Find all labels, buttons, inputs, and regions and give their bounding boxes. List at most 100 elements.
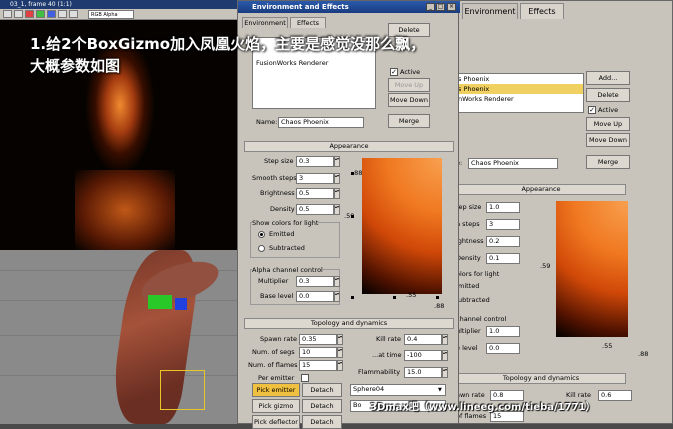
merge-button[interactable]: Merge [586, 155, 630, 169]
pick-deflector-button[interactable]: Pick deflector [252, 415, 300, 429]
spawn-rate-label: Spawn rate [260, 335, 297, 343]
topology-rollout[interactable]: Topology and dynamics [244, 318, 454, 329]
delete-button[interactable]: Delete [586, 88, 630, 102]
flammability-field[interactable]: 15.0 [404, 367, 442, 378]
3d-viewport[interactable] [0, 250, 240, 424]
detach-deflector-button[interactable]: Detach [302, 415, 342, 429]
minimize-icon[interactable]: _ [426, 3, 435, 11]
curve-point[interactable] [393, 296, 396, 299]
spawn-rate-field[interactable]: 0.35 [299, 334, 337, 345]
brightness-field[interactable]: 0.5 [296, 188, 334, 199]
move-up-button[interactable]: Move Up [586, 117, 630, 131]
detach-gizmo-button[interactable]: Detach [302, 399, 342, 413]
topology-rollout[interactable]: Topology and dynamics [456, 373, 626, 384]
density-field[interactable]: 0.1 [486, 253, 520, 264]
move-up-button[interactable]: Move Up [388, 78, 430, 92]
green-channel-icon[interactable] [36, 10, 45, 18]
name-field[interactable]: Chaos Phoenix [278, 117, 364, 128]
red-channel-icon[interactable] [25, 10, 34, 18]
appearance-rollout[interactable]: Appearance [456, 184, 626, 195]
gizmo-value: Bo [353, 401, 362, 409]
num-flames-label: Num. of flames [248, 361, 298, 369]
density-spinner[interactable]: ▴▾ [334, 204, 340, 215]
maximize-icon[interactable]: □ [436, 3, 445, 11]
tab-environment[interactable]: Environment [242, 17, 288, 28]
colors-light-label: olors for light [456, 270, 500, 278]
smooth-steps-field[interactable]: 3 [296, 173, 334, 184]
mono-icon[interactable] [69, 10, 78, 18]
curve-point[interactable] [351, 215, 354, 218]
save-icon[interactable] [3, 10, 12, 18]
tab-environment[interactable]: Environment [462, 3, 518, 19]
alpha-channel-icon[interactable] [58, 10, 67, 18]
kill-rate-spinner[interactable]: ▴▾ [442, 334, 448, 345]
smooth-steps-label: h steps [456, 220, 480, 228]
step-size-field[interactable]: 1.0 [486, 202, 520, 213]
move-down-button[interactable]: Move Down [586, 133, 630, 147]
close-icon[interactable]: × [447, 3, 456, 11]
at-time-spinner[interactable]: ▴▾ [442, 350, 448, 361]
box-gizmo[interactable] [160, 370, 205, 410]
tab-effects[interactable]: Effects [290, 17, 326, 28]
step-size-spinner[interactable]: ▴▾ [334, 156, 340, 167]
list-item[interactable]: s Phoenix [455, 84, 583, 94]
base-level-field[interactable]: 0.0 [486, 343, 520, 354]
color-curve-graph[interactable] [362, 158, 442, 294]
multiplier-field[interactable]: 1.0 [486, 326, 520, 337]
per-emitter-label: Per emitter [258, 374, 295, 382]
num-flames-spinner[interactable]: ▴▾ [337, 360, 343, 371]
base-level-spinner[interactable]: ▴▾ [334, 291, 340, 302]
brightness-label: Brightness [260, 189, 295, 197]
num-flames-field[interactable]: 15 [299, 360, 337, 371]
emitted-radio[interactable] [258, 231, 265, 238]
base-level-field[interactable]: 0.0 [296, 291, 334, 302]
num-segs-spinner[interactable]: ▴▾ [337, 347, 343, 358]
name-field[interactable]: Chaos Phoenix [468, 158, 558, 169]
num-segs-field[interactable]: 10 [299, 347, 337, 358]
base-level-label: Base level [260, 292, 294, 300]
step-size-field[interactable]: 0.3 [296, 156, 334, 167]
merge-button[interactable]: Merge [388, 114, 430, 128]
brightness-field[interactable]: 0.2 [486, 236, 520, 247]
multiplier-spinner[interactable]: ▴▾ [334, 276, 340, 287]
tab-effects[interactable]: Effects [520, 3, 564, 19]
curve-x-label: .55 [406, 291, 417, 299]
flammability-spinner[interactable]: ▴▾ [442, 367, 448, 378]
at-time-field[interactable]: -100 [404, 350, 442, 361]
kill-rate-field[interactable]: 0.4 [404, 334, 442, 345]
curve-point[interactable] [436, 296, 439, 299]
color-curve-graph[interactable] [556, 201, 628, 337]
spawn-rate-spinner[interactable]: ▴▾ [337, 334, 343, 345]
detach-emitter-button[interactable]: Detach [302, 383, 342, 397]
clone-icon[interactable] [14, 10, 23, 18]
blue-channel-icon[interactable] [47, 10, 56, 18]
smooth-steps-spinner[interactable]: ▴▾ [334, 173, 340, 184]
kill-rate-field[interactable]: 0.6 [598, 390, 632, 401]
appearance-rollout[interactable]: Appearance [244, 141, 454, 152]
smooth-steps-field[interactable]: 3 [486, 219, 520, 230]
brightness-spinner[interactable]: ▴▾ [334, 188, 340, 199]
multiplier-label: Multiplier [258, 277, 289, 285]
subtracted-label: Subtracted [269, 244, 305, 252]
density-field[interactable]: 0.5 [296, 204, 334, 215]
step-size-label: Step size [264, 157, 294, 165]
active-checkbox[interactable]: ✓ [588, 106, 596, 114]
effects-list[interactable]: s Phoenix s Phoenix nWorks Renderer [454, 73, 584, 113]
curve-point[interactable] [351, 172, 354, 175]
brightness-label: ightness [456, 237, 484, 245]
per-emitter-checkbox[interactable] [301, 374, 309, 382]
pick-emitter-button[interactable]: Pick emitter [252, 383, 300, 397]
add-button[interactable]: Add... [586, 71, 630, 85]
list-item[interactable]: s Phoenix [455, 74, 583, 84]
move-down-button[interactable]: Move Down [388, 93, 430, 107]
subtracted-radio[interactable] [258, 245, 265, 252]
name-label: Name: [256, 118, 278, 126]
blue-gizmo[interactable] [175, 298, 187, 310]
curve-point[interactable] [351, 296, 354, 299]
channel-select[interactable]: RGB Alpha [88, 10, 134, 19]
green-gizmo[interactable] [148, 295, 172, 309]
list-item[interactable]: nWorks Renderer [455, 94, 583, 104]
emitter-dropdown[interactable]: Sphere04 ▼ [350, 384, 446, 396]
pick-gizmo-button[interactable]: Pick gizmo [252, 399, 300, 413]
multiplier-field[interactable]: 0.3 [296, 276, 334, 287]
